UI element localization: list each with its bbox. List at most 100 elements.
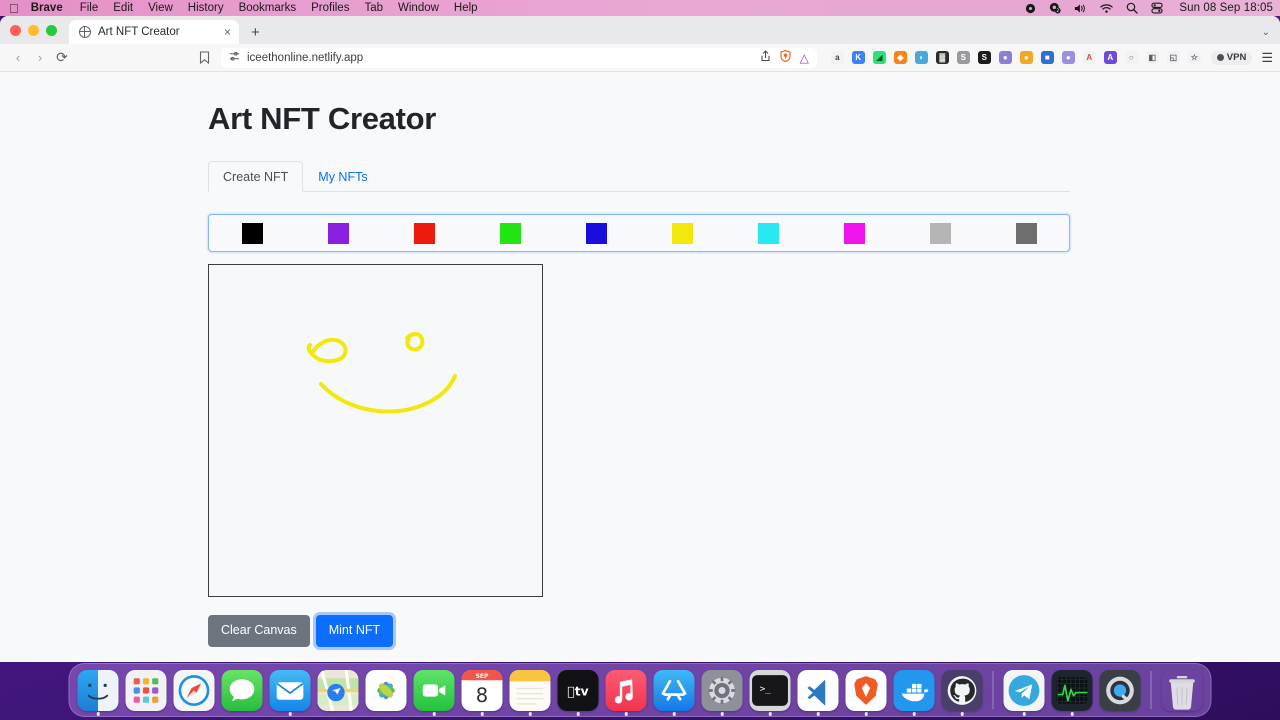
menu-item-window[interactable]: Window [398,2,439,14]
dock-item-quicktime[interactable] [1099,669,1141,711]
dock-item-system-settings[interactable] [701,669,743,711]
menu-item-file[interactable]: File [80,2,99,14]
volume-icon[interactable] [1074,3,1087,14]
dock-item-terminal[interactable]: >_ [749,669,791,711]
tab-create-nft[interactable]: Create NFT [208,161,304,193]
safari-icon [173,669,215,711]
adblock-extension-icon[interactable]: a [830,51,844,64]
dock-item-visual-studio-code[interactable] [797,669,839,711]
blob-extension-icon[interactable]: ● [998,51,1012,64]
vpn-label: VPN [1226,52,1247,63]
color-swatch-black[interactable] [241,222,263,244]
clear-canvas-button[interactable]: Clear Canvas [208,615,310,647]
minimize-window-button[interactable] [28,24,39,36]
dock-item-telegram[interactable] [1003,669,1045,711]
color-swatch-yellow[interactable] [671,222,693,244]
menu-item-edit[interactable]: Edit [113,2,133,14]
tab-my-nfts[interactable]: My NFTs [303,161,382,192]
dock-item-facetime[interactable] [413,669,455,711]
a-red-extension-icon[interactable]: A [1082,51,1096,64]
menu-item-bookmarks[interactable]: Bookmarks [239,2,297,14]
bookmark-star-icon[interactable]: ☆ [1187,51,1201,64]
menu-bar-clock[interactable]: Sun 08 Sep 18:05 [1179,2,1273,14]
menu-app-name[interactable]: Brave [31,2,63,14]
back-button[interactable]: ‹ [7,47,29,69]
dock-item-maps[interactable] [317,669,359,711]
sidebar-extension-icon[interactable]: ◧ [1145,51,1159,64]
color-swatch-cyan[interactable] [757,222,779,244]
dock-item-apple-tv[interactable]: tv [557,669,599,711]
new-tab-button[interactable]: + [251,25,260,40]
dock-item-activity-monitor[interactable] [1051,669,1093,711]
dock-item-safari[interactable] [173,669,215,711]
color-swatch-red[interactable] [413,222,435,244]
close-window-button[interactable] [10,24,21,36]
apple-menu-icon[interactable]:  [9,2,19,15]
s-black-extension-icon[interactable]: S [977,51,991,64]
metamask-extension-icon[interactable]: ◆ [893,51,907,64]
dock-item-calendar[interactable]: SEP 8 [461,669,503,711]
dock-item-mail[interactable] [269,669,311,711]
qrcode-extension-icon[interactable]: ▓ [935,51,949,64]
menu-item-help[interactable]: Help [454,2,478,14]
menu-item-history[interactable]: History [188,2,224,14]
kagi-extension-icon[interactable]: K [851,51,865,64]
color-swatch-blue[interactable] [585,222,607,244]
control-center-icon[interactable] [1151,2,1163,14]
url-text[interactable]: iceethonline.netlify.app [247,52,753,64]
share-icon[interactable] [760,50,771,65]
calendar-icon: SEP 8 [461,669,503,711]
maximize-window-button[interactable] [46,24,57,36]
drawing-canvas[interactable] [208,264,543,598]
color-swatch-dark-gray[interactable] [1015,222,1037,244]
menu-item-tab[interactable]: Tab [364,2,383,14]
dock-item-photos[interactable] [365,669,407,711]
menu-item-view[interactable]: View [148,2,173,14]
flag-extension-icon[interactable]: ◢ [872,51,886,64]
chevron-down-icon[interactable]: ⌄ [1262,27,1270,38]
dock-item-music[interactable] [605,669,647,711]
mint-nft-button[interactable]: Mint NFT [315,615,394,647]
dock-item-docker[interactable] [893,669,935,711]
site-settings-icon[interactable] [229,51,240,65]
forward-button[interactable]: › [29,47,51,69]
browser-menu-button[interactable]: ☰ [1261,50,1273,66]
browser-tab[interactable]: Art NFT Creator × [69,20,239,44]
orange-extension-icon[interactable]: ● [1019,51,1033,64]
address-bar[interactable]: iceethonline.netlify.app △ [221,47,817,68]
bookmark-icon[interactable] [193,47,215,69]
reload-button[interactable]: ⟳ [51,47,73,69]
close-tab-icon[interactable]: × [224,26,231,38]
dock-item-finder[interactable] [77,669,119,711]
color-swatch-light-gray[interactable] [929,222,951,244]
dock-item-github[interactable] [941,669,983,711]
notes-icon [509,669,551,711]
brave-shield-icon[interactable] [779,49,791,65]
s-gray-extension-icon[interactable]: S [956,51,970,64]
brave-rewards-icon[interactable]: △ [800,52,809,64]
picture-in-picture-icon[interactable]: ◱ [1166,51,1180,64]
wifi-icon[interactable] [1100,3,1114,14]
dock-item-launchpad[interactable] [125,669,167,711]
menu-item-profiles[interactable]: Profiles [311,2,349,14]
dock-item-app-store[interactable] [653,669,695,711]
a-violet-extension-icon[interactable]: A [1103,51,1117,64]
dock-item-messages[interactable] [221,669,263,711]
dock-separator [1150,671,1152,709]
color-swatch-green[interactable] [499,222,521,244]
dock-item-notes[interactable] [509,669,551,711]
badge-two-icon[interactable]: 2 [1049,2,1061,14]
record-circle-icon[interactable] [1025,3,1036,14]
blue-square-extension-icon[interactable]: ■ [1040,51,1054,64]
color-palette[interactable] [208,214,1070,253]
dock-item-brave-browser[interactable] [845,669,887,711]
browser-tab-title: Art NFT Creator [98,26,180,38]
purple-circle-extension-icon[interactable]: ● [1061,51,1075,64]
dock-item-trash[interactable] [1162,670,1203,711]
vpn-button[interactable]: VPN [1210,50,1253,65]
bird-extension-icon[interactable]: ◗ [914,51,928,64]
search-icon[interactable] [1126,2,1139,14]
color-swatch-purple[interactable] [327,222,349,244]
cloud-extension-icon[interactable]: ○ [1124,51,1138,64]
color-swatch-magenta[interactable] [843,222,865,244]
